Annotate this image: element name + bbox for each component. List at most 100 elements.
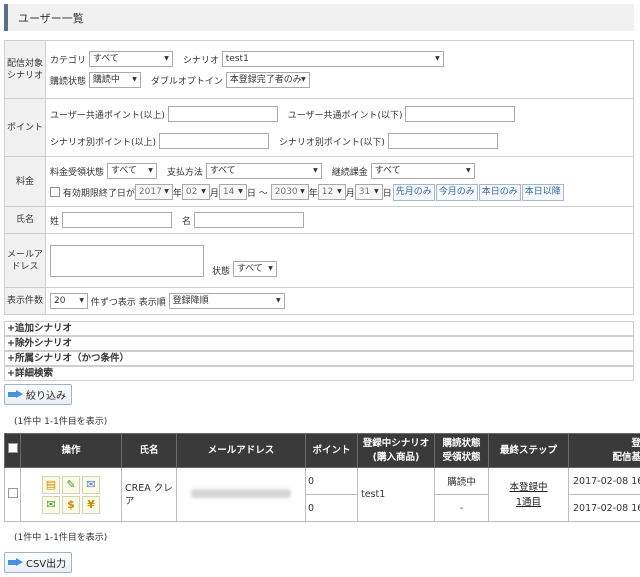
common-point-max-label: ユーザー共通ポイント(以下) xyxy=(287,110,403,121)
this-month-button[interactable]: 今月のみ xyxy=(435,183,478,201)
subscription-select[interactable]: 購読中 xyxy=(88,72,141,88)
double-optin-label: ダブルオプトイン xyxy=(150,76,223,87)
dollar-icon[interactable]: $ xyxy=(62,495,80,514)
mail-icon[interactable]: ✉ xyxy=(82,475,100,494)
from-year-value: 2017 xyxy=(138,187,162,197)
yen-icon[interactable]: ¥ xyxy=(82,495,100,514)
last-name-input[interactable] xyxy=(61,212,172,228)
common-point-min-input[interactable] xyxy=(167,106,278,122)
from-day-select[interactable]: 14 xyxy=(218,184,247,200)
header-reg-line1: 登録日 xyxy=(631,438,640,449)
from-month-select[interactable]: 02 xyxy=(181,184,210,200)
fee-label: 料金 xyxy=(4,156,46,207)
scenario-select[interactable]: test1 xyxy=(221,51,444,67)
continuous-value: すべて xyxy=(374,166,401,176)
subscription-label: 購読状態 xyxy=(50,76,87,87)
continuous-select[interactable]: すべて xyxy=(370,163,475,179)
csv-export-button[interactable]: CSV出力 xyxy=(4,552,73,573)
header-status-line1: 購読状態 xyxy=(442,437,481,449)
id-card-icon[interactable]: ▤ xyxy=(42,475,60,494)
subscription-value: 購読中 xyxy=(92,75,120,85)
fee-status-value: すべて xyxy=(110,166,137,176)
from-year-select[interactable]: 2017 xyxy=(134,184,173,200)
header-ops: 操作 xyxy=(20,433,122,468)
payment-select[interactable]: すべて xyxy=(205,163,322,179)
header-scenario: 登録中シナリオ (購入商品) xyxy=(357,433,435,468)
category-select[interactable]: すべて xyxy=(88,51,173,67)
result-count-top: (1件中 1-1件目を表示) xyxy=(14,417,108,427)
order-select[interactable]: 登録降順 xyxy=(168,293,285,309)
email-label: メールアドレス xyxy=(4,233,46,288)
range-separator: ～ xyxy=(258,188,268,199)
to-month-select[interactable]: 12 xyxy=(317,184,346,200)
scenario-label: シナリオ xyxy=(182,55,219,66)
state-value: すべて xyxy=(236,263,263,274)
year-unit-2: 年 xyxy=(308,188,318,199)
first-name-label: 名 xyxy=(181,216,191,227)
common-point-max-input[interactable] xyxy=(405,106,516,122)
first-name-input[interactable] xyxy=(193,212,304,228)
month-unit-2: 月 xyxy=(345,188,355,199)
header-reg: 登録日配信基準日 xyxy=(568,433,640,468)
row-step-status[interactable]: 本登録中 xyxy=(509,482,547,493)
point-label: ポイント xyxy=(4,98,46,157)
today-only-button[interactable]: 本日のみ xyxy=(478,183,521,201)
table-row: ▤ ✎ ✉ ✉ $ ¥ CREA クレア 0 test1 購読中 本登録中 1通目 201… xyxy=(4,467,640,522)
fee-status-select[interactable]: すべて xyxy=(106,163,157,179)
pencil-icon[interactable]: ✎ xyxy=(62,475,80,494)
state-label: 状態 xyxy=(212,266,231,277)
email-textarea[interactable] xyxy=(50,244,204,277)
select-all-checkbox[interactable] xyxy=(7,443,18,453)
common-point-min-label: ユーザー共通ポイント(以上) xyxy=(50,110,165,121)
order-label: 表示順 xyxy=(138,297,166,308)
row-reg-date: 2017-02-08 16 xyxy=(568,467,640,495)
header-point: ポイント xyxy=(305,433,358,468)
display-count-value: 20 xyxy=(54,296,66,306)
expiry-checkbox[interactable] xyxy=(50,187,60,197)
row-checkbox[interactable] xyxy=(7,488,18,498)
filter-button[interactable]: 絞り込み xyxy=(4,384,72,405)
category-label: カテゴリ xyxy=(50,55,87,66)
fold-belong-scenario[interactable]: +所属シナリオ（かつ条件） xyxy=(4,351,634,366)
row-step[interactable]: 本登録中 1通目 xyxy=(488,467,569,522)
user-table: 操作 氏名 メールアドレス ポイント 登録中シナリオ (購入商品) 購読状態 受領状… xyxy=(4,433,640,522)
category-value: すべて xyxy=(92,54,119,64)
arrow-right-icon xyxy=(8,390,23,399)
fold-exclude-scenario[interactable]: +除外シナリオ xyxy=(4,336,634,351)
result-count-bottom: (1件中 1-1件目を表示) xyxy=(14,533,108,543)
delivery-target-label: 配信対象シナリオ xyxy=(4,40,46,99)
header-email: メールアドレス xyxy=(176,433,306,468)
fold-add-scenario[interactable]: +追加シナリオ xyxy=(4,321,634,336)
double-optin-value: 本登録完了者のみ xyxy=(229,75,302,85)
row-base-date: 2017-02-08 16 xyxy=(568,494,640,522)
scenario-point-max-label: シナリオ別ポイント(以下) xyxy=(278,137,385,148)
scenario-value: test1 xyxy=(225,54,249,64)
header-status: 購読状態 受領状態 xyxy=(434,433,489,468)
mail-send-icon[interactable]: ✉ xyxy=(42,495,60,514)
state-select[interactable]: すべて xyxy=(232,260,277,277)
fold-detail-search[interactable]: +詳細検索 xyxy=(4,366,634,381)
last-month-button[interactable]: 先月のみ xyxy=(392,183,435,201)
header-name: 氏名 xyxy=(121,433,177,468)
display-count-select[interactable]: 20 xyxy=(50,293,88,309)
day-unit-2: 日 xyxy=(382,188,392,199)
row-actions: ▤ ✎ ✉ ✉ $ ¥ xyxy=(20,467,122,522)
from-day-value: 14 xyxy=(222,187,235,197)
scenario-point-min-label: シナリオ別ポイント(以上) xyxy=(50,137,157,148)
to-year-select[interactable]: 2030 xyxy=(270,184,309,200)
header-reg-line2: 配信基準日 xyxy=(612,451,640,463)
payment-label: 支払方法 xyxy=(166,167,203,178)
continuous-label: 継続課金 xyxy=(331,167,368,178)
after-today-button[interactable]: 本日以降 xyxy=(521,183,564,201)
row-step-number[interactable]: 1通目 xyxy=(516,497,541,508)
to-day-select[interactable]: 31 xyxy=(354,184,383,200)
row-point-common: 0 xyxy=(305,467,358,495)
scenario-point-min-input[interactable] xyxy=(158,133,269,149)
page-title-bar: ユーザー一覧 xyxy=(4,4,634,31)
row-scenario: test1 xyxy=(357,467,435,522)
row-email xyxy=(176,467,306,522)
fee-status-label: 料金受領状態 xyxy=(50,167,105,178)
scenario-point-max-input[interactable] xyxy=(387,133,498,149)
arrow-right-icon xyxy=(8,558,23,567)
double-optin-select[interactable]: 本登録完了者のみ xyxy=(225,72,310,88)
